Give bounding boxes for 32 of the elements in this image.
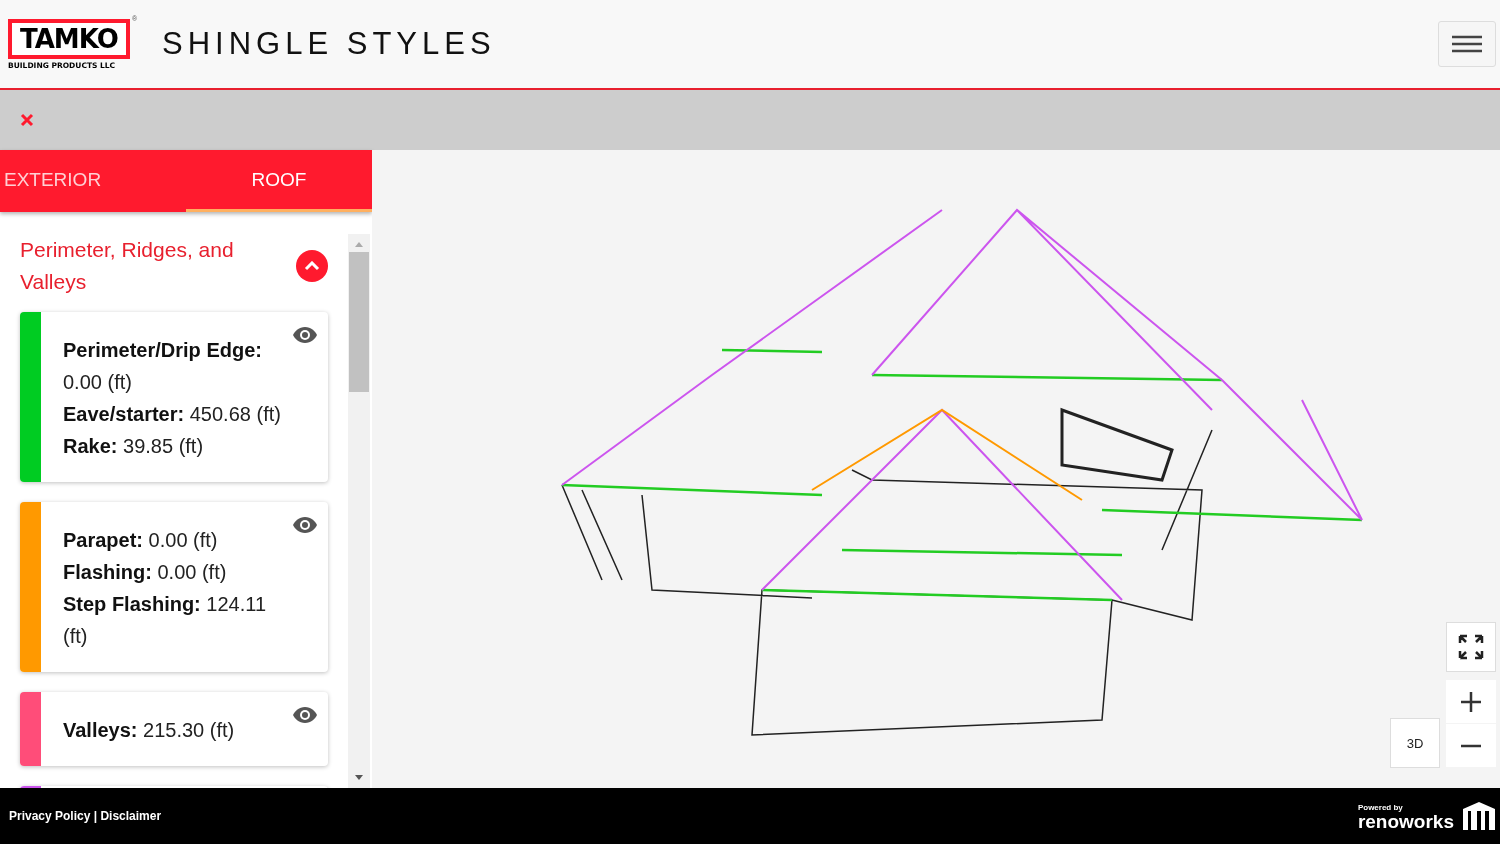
eye-icon[interactable] bbox=[292, 326, 318, 344]
chevron-icon bbox=[304, 261, 320, 271]
eye-icon[interactable] bbox=[292, 516, 318, 534]
measurement-text: Rake: 39.85 (ft) bbox=[63, 434, 204, 459]
building-logo-icon bbox=[1462, 801, 1496, 831]
measurement-text: Perimeter/Drip Edge: 0.00 (ft) bbox=[63, 338, 263, 395]
measurement-text: Step Flashing: 124.11 (ft) bbox=[63, 592, 268, 649]
plus-icon bbox=[1460, 690, 1482, 713]
menu-button[interactable] bbox=[1438, 21, 1496, 67]
scrollbar-thumb[interactable] bbox=[349, 252, 369, 392]
brand-name: renoworks bbox=[1357, 812, 1454, 831]
page-title: SHINGLE STYLES bbox=[162, 26, 496, 62]
menu-icon bbox=[1452, 35, 1482, 53]
tab[interactable]: ROOF bbox=[186, 150, 372, 212]
scroll-down-icon[interactable] bbox=[354, 774, 364, 782]
rotate-3d-button[interactable]: 3D bbox=[1390, 718, 1440, 768]
footer-links[interactable]: Privacy Policy | Disclaimer bbox=[9, 809, 162, 823]
collapse-button[interactable] bbox=[296, 250, 328, 282]
fullscreen-button[interactable] bbox=[1446, 622, 1496, 672]
section-title: Perimeter, Ridges, and Valleys bbox=[20, 237, 235, 295]
measurement-text: Flashing: 0.00 (ft) bbox=[63, 560, 227, 585]
measurement-text: Parapet: 0.00 (ft) bbox=[63, 528, 218, 553]
expand-icon bbox=[1458, 634, 1484, 660]
close-icon bbox=[20, 113, 34, 127]
logo-wordmark: TAMKO bbox=[8, 18, 130, 59]
scrollbar[interactable] bbox=[348, 234, 370, 788]
zoom-in-button[interactable] bbox=[1446, 680, 1496, 723]
powered-by-text: Powered by bbox=[1357, 803, 1404, 812]
minus-icon bbox=[1460, 743, 1482, 748]
measurement-text: Valleys: 215.30 (ft) bbox=[63, 718, 235, 743]
measurement-text: Eave/starter: 450.68 (ft) bbox=[63, 402, 281, 427]
eye-icon[interactable] bbox=[292, 706, 318, 724]
